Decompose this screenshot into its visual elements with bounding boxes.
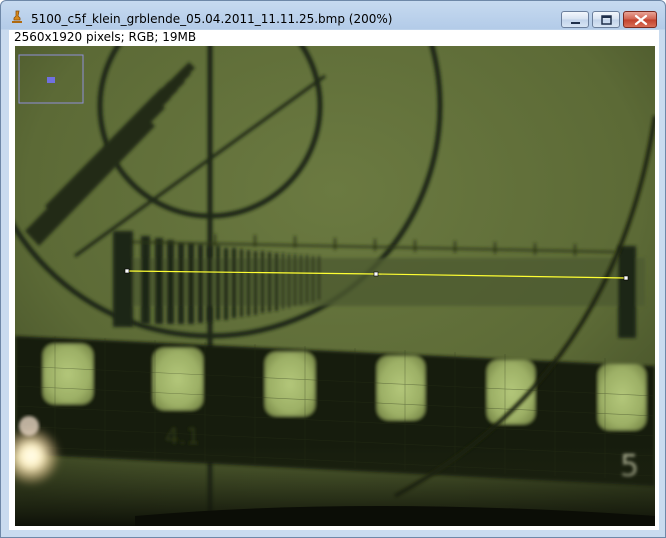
maximize-icon: [601, 15, 612, 25]
close-button[interactable]: [623, 11, 657, 28]
line-handle-end[interactable]: [623, 275, 629, 281]
image-canvas[interactable]: 4.1 5: [15, 46, 655, 526]
minimize-button[interactable]: [561, 11, 589, 28]
close-icon: [634, 14, 648, 26]
microscope-icon: [11, 10, 23, 24]
image-info: 2560x1920 pixels; RGB; 19MB: [14, 30, 197, 44]
minimize-icon: [571, 22, 580, 24]
image-panel: 2560x1920 pixels; RGB; 19MB 4.1: [9, 30, 659, 530]
line-handle-middle[interactable]: [373, 271, 379, 277]
line-handle-start[interactable]: [124, 268, 130, 274]
title-bar[interactable]: 5100_c5f_klein_grblende_05.04.2011_11.11…: [1, 1, 665, 31]
maximize-button[interactable]: [592, 11, 620, 28]
image-window: 5100_c5f_klein_grblende_05.04.2011_11.11…: [0, 0, 666, 538]
navigator-viewport[interactable]: [47, 77, 55, 83]
window-title: 5100_c5f_klein_grblende_05.04.2011_11.11…: [31, 12, 393, 26]
